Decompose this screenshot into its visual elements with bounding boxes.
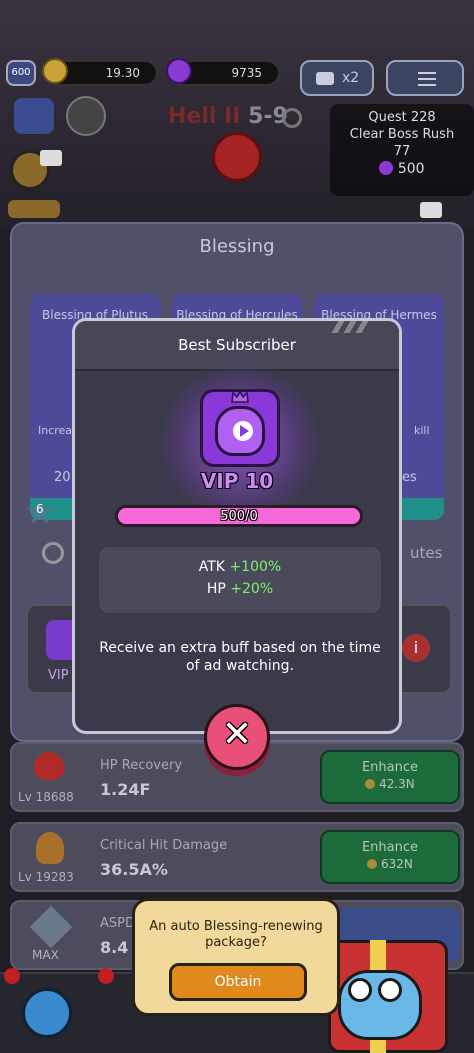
blessing-title: Blessing (199, 236, 275, 257)
boss-icon (212, 132, 262, 182)
best-subscriber-dialog: Best Subscriber VIP 10 500/0 ATK +100% H… (72, 318, 402, 734)
gem-icon (379, 161, 394, 175)
gem-value: 9735 (231, 66, 262, 80)
renew-icon (42, 542, 64, 564)
blessing-partial-text: 20 (54, 470, 71, 485)
eye-icon (378, 978, 402, 1002)
blessing-partial-text: Increa (38, 424, 73, 437)
stat-value: 36.5A% (100, 860, 168, 879)
eye-icon (348, 978, 372, 1002)
crown-icon (231, 388, 249, 403)
stat-name: Critical Hit Damage (100, 838, 228, 853)
vip-partial-label: VIP (48, 668, 69, 683)
quest-panel[interactable]: Quest 228 Clear Boss Rush 77 500 (330, 104, 474, 196)
vip-progress-text: 500/0 (220, 509, 258, 524)
level-badge: 600 (6, 60, 36, 86)
atk-label: ATK (198, 559, 225, 575)
stat-level: Lv 18688 (18, 790, 74, 804)
notification-dot-icon (4, 968, 20, 984)
menu-button[interactable] (386, 60, 464, 96)
enhance-button[interactable]: Enhance 42.3N (320, 750, 460, 804)
stat-name: HP Recovery (100, 758, 183, 773)
stat-row-critical-damage: Lv 19283 Critical Hit Damage 36.5A% Enha… (10, 822, 464, 892)
treasure-icon[interactable] (8, 200, 60, 218)
stage-label: Hell II 5-9 (168, 104, 288, 129)
speed-label: x2 (342, 70, 360, 86)
stat-value: 1.24F (100, 780, 151, 799)
fire-icon (36, 832, 64, 864)
gem-icon (166, 58, 192, 84)
blessing-partial-text: kill (414, 424, 430, 437)
gold-coin-icon (365, 779, 376, 789)
video-icon (316, 72, 334, 85)
stage-prefix: Hell II (168, 104, 241, 129)
buff-stats-box: ATK +100% HP +20% (99, 547, 381, 613)
close-button[interactable]: ✕ (204, 704, 270, 770)
apps-icon[interactable] (14, 98, 54, 134)
enhance-label: Enhance (361, 760, 419, 775)
hp-value: +20% (230, 581, 274, 597)
vip-play-icon (200, 389, 280, 467)
gold-value: 19.30 (105, 66, 140, 80)
quest-title: Quest 228 (368, 110, 436, 125)
dialog-description: Receive an extra buff based on the time … (99, 640, 381, 674)
blessing-partial-text: utes (410, 544, 443, 562)
star-level-value: 6 (36, 502, 44, 516)
play-icon (233, 421, 253, 441)
hammer-icon (29, 905, 73, 949)
stat-value: 8.4 (100, 938, 129, 957)
stat-name: ASPD (100, 916, 135, 931)
game-hud: 600 19.30 9735 x2 Hell II 5-9 Quest 228 … (0, 0, 474, 230)
enhance-button[interactable]: Enhance 632N (320, 830, 460, 884)
decor-stripes (331, 321, 371, 333)
quest-task: Clear Boss Rush (349, 127, 455, 142)
blessing-partial-text: es (402, 470, 417, 485)
heart-plus-icon (34, 752, 64, 780)
stat-level: Lv 19283 (18, 870, 74, 884)
info-icon[interactable]: i (402, 634, 430, 662)
refresh-icon[interactable] (282, 108, 302, 128)
quest-reward: 500 (397, 161, 425, 177)
speed-x2-button[interactable]: x2 (300, 60, 374, 96)
notification-dot-icon (98, 968, 114, 984)
package-question: An auto Blessing-renewing package? (149, 919, 323, 950)
dialog-title: Best Subscriber (178, 336, 296, 354)
stat-level: MAX (32, 948, 59, 962)
pet-icon[interactable] (22, 988, 72, 1038)
vip-progress-bar: 500/0 (115, 505, 363, 527)
vip-level-label: VIP 10 (200, 469, 274, 493)
robot-icon[interactable] (66, 96, 106, 136)
ad-video-icon (40, 150, 62, 166)
gold-coin-icon (42, 58, 68, 84)
quest-count: 77 (393, 144, 411, 159)
enhance-cost: 632N (380, 857, 413, 871)
close-x-icon: ✕ (221, 714, 253, 755)
ad-video-icon (420, 202, 442, 218)
gold-coin-icon (367, 859, 378, 869)
enhance-cost: 42.3N (379, 777, 415, 791)
obtain-button[interactable]: Obtain (169, 963, 307, 1001)
list-icon (418, 72, 436, 74)
hp-label: HP (206, 581, 226, 597)
package-tooltip: An auto Blessing-renewing package? Obtai… (132, 898, 340, 1016)
atk-value: +100% (229, 559, 282, 575)
enhance-label: Enhance (361, 840, 419, 855)
